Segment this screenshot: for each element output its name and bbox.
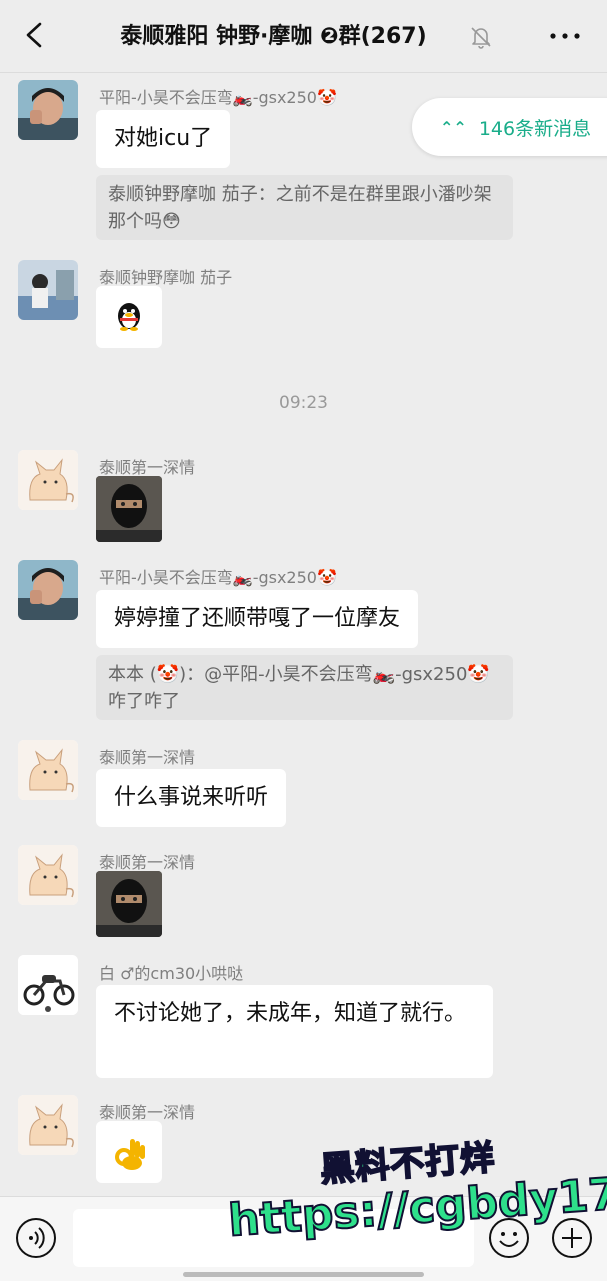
message-bubble[interactable]: 对她icu了 bbox=[96, 110, 231, 168]
avatar[interactable] bbox=[18, 845, 78, 905]
image-message[interactable] bbox=[96, 871, 162, 937]
avatar[interactable] bbox=[18, 1095, 78, 1155]
message-bubble[interactable]: 婷婷撞了还顺带嘎了一位摩友 bbox=[96, 590, 419, 648]
quoted-message[interactable]: 本本 (🤡)：@平阳-小昊不会压弯🏍️-gsx250🤡 咋了咋了 bbox=[96, 655, 513, 720]
new-messages-label: 146条新消息 bbox=[478, 117, 592, 140]
timestamp: 09:23 bbox=[279, 393, 328, 413]
sender-name: 平阳-小昊不会压弯🏍️-gsx250🤡 bbox=[99, 88, 337, 107]
image-message[interactable] bbox=[96, 476, 162, 542]
sender-name: 泰顺第一深情 bbox=[99, 1103, 196, 1122]
sender-name: 泰顺第一深情 bbox=[99, 853, 196, 872]
sender-name: 白 ♂的cm30小哄哒 bbox=[99, 964, 244, 983]
sender-name: 平阳-小昊不会压弯🏍️-gsx250🤡 bbox=[99, 568, 337, 587]
avatar[interactable] bbox=[18, 80, 78, 140]
avatar[interactable] bbox=[18, 955, 78, 1015]
avatar[interactable] bbox=[18, 450, 78, 510]
voice-icon[interactable] bbox=[15, 1217, 57, 1259]
bell-off-icon bbox=[471, 27, 491, 49]
chat-header: 泰顺雅阳 钟野·摩咖 ❷群(267) bbox=[0, 0, 607, 73]
back-chevron-icon[interactable] bbox=[20, 20, 50, 50]
more-dots-icon[interactable] bbox=[548, 24, 582, 48]
qq-penguin-icon bbox=[118, 303, 140, 331]
sender-name: 泰顺钟野摩咖 茄子 bbox=[99, 268, 233, 287]
sticker-bubble[interactable] bbox=[96, 1121, 162, 1183]
avatar[interactable] bbox=[18, 260, 78, 320]
avatar[interactable] bbox=[18, 560, 78, 620]
sticker-bubble[interactable] bbox=[96, 286, 162, 348]
avatar[interactable] bbox=[18, 740, 78, 800]
message-bubble[interactable]: 什么事说来听听 bbox=[96, 769, 287, 827]
new-messages-button[interactable]: ⌃⌃ 146条新消息 bbox=[412, 98, 607, 156]
quoted-message[interactable]: 泰顺钟野摩咖 茄子：之前不是在群里跟小潘吵架那个吗😳 bbox=[96, 175, 513, 240]
chat-title: 泰顺雅阳 钟野·摩咖 ❷群(267) bbox=[120, 24, 427, 49]
ok-hand-icon bbox=[115, 1139, 145, 1170]
double-chevron-up-icon: ⌃⌃ bbox=[440, 117, 467, 137]
home-indicator bbox=[183, 1272, 424, 1277]
sender-name: 泰顺第一深情 bbox=[99, 748, 196, 767]
message-bubble[interactable]: 不讨论她了，未成年，知道了就行。 bbox=[96, 985, 493, 1078]
sender-name: 泰顺第一深情 bbox=[99, 458, 196, 477]
